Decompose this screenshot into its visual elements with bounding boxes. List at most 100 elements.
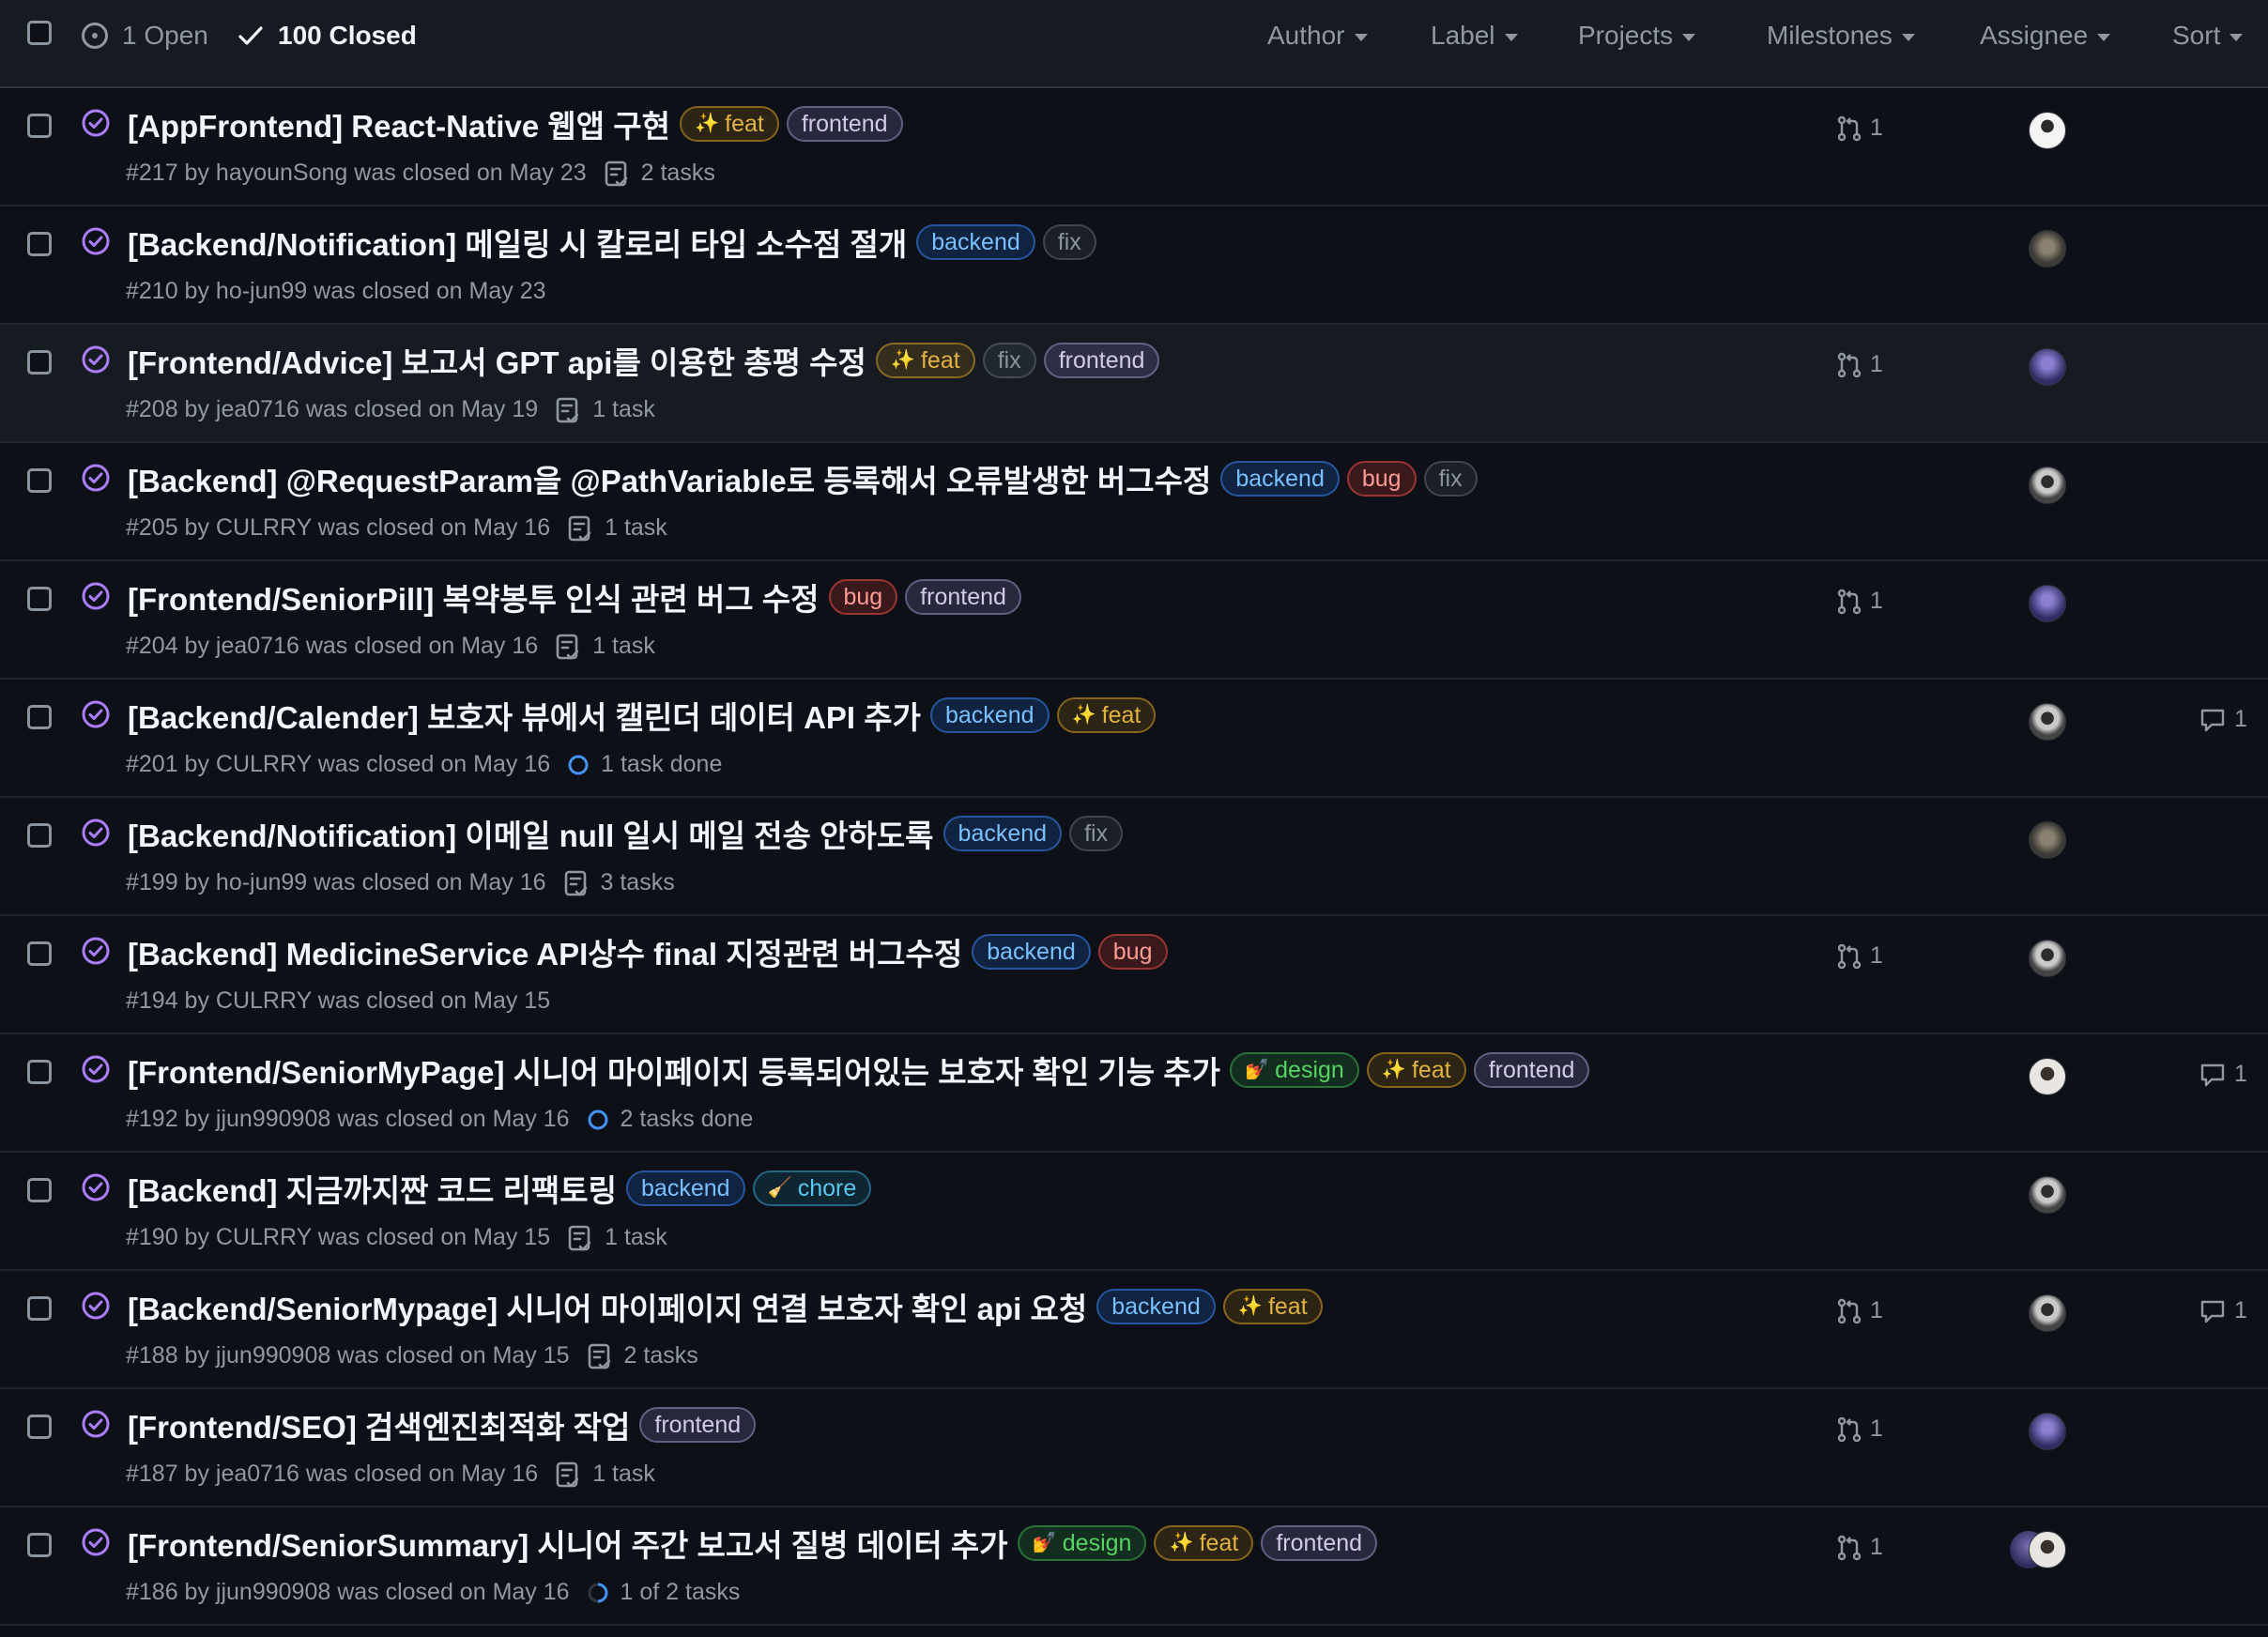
assignee-avatar[interactable] — [2029, 1058, 2066, 1095]
issue-select-checkbox[interactable] — [27, 1060, 52, 1084]
issue-row[interactable]: [Backend] MedicineService API상수 final 지정… — [0, 916, 2268, 1034]
label-frontend[interactable]: frontend — [1043, 343, 1160, 378]
projects-filter[interactable]: Projects — [1578, 21, 1696, 51]
issue-select-checkbox[interactable] — [27, 705, 52, 729]
issue-title-link[interactable]: [Backend/Calender] 보호자 뷰에서 캘린더 데이터 API 추… — [128, 693, 921, 738]
issue-title-link[interactable]: [Backend/SeniorMypage] 시니어 마이페이지 연결 보호자 … — [128, 1284, 1087, 1329]
issue-select-checkbox[interactable] — [27, 468, 52, 493]
task-progress[interactable]: 3 tasks — [563, 869, 675, 896]
task-progress[interactable]: 1 task — [567, 1224, 667, 1251]
comments-count-link[interactable]: 1 — [2199, 1061, 2247, 1088]
label-frontend[interactable]: frontend — [1261, 1525, 1378, 1561]
label-chore[interactable]: 🧹 chore — [752, 1170, 872, 1206]
label-frontend[interactable]: frontend — [905, 579, 1021, 615]
issue-title-link[interactable]: [Frontend/SeniorSummary] 시니어 주간 보고서 질병 데… — [128, 1521, 1008, 1566]
task-progress[interactable]: 2 tasks — [604, 160, 715, 187]
issue-title-link[interactable]: [Backend] MedicineService API상수 final 지정… — [128, 929, 962, 974]
task-progress[interactable]: 2 tasks done — [587, 1106, 753, 1133]
author-filter[interactable]: Author — [1267, 21, 1368, 51]
assignee-avatar[interactable] — [2029, 940, 2066, 977]
label-feat[interactable]: ✨ feat — [1222, 1289, 1323, 1324]
assignee-avatar[interactable] — [2029, 1413, 2066, 1450]
linked-pull-request[interactable]: 1 — [1836, 588, 1883, 615]
linked-pull-request[interactable]: 1 — [1836, 1415, 1883, 1443]
issue-title-link[interactable]: [Backend] 지금까지짠 코드 리팩토링 — [128, 1166, 617, 1211]
assignee-filter[interactable]: Assignee — [1980, 21, 2111, 51]
milestones-filter[interactable]: Milestones — [1767, 21, 1915, 51]
label-filter[interactable]: Label — [1431, 21, 1518, 51]
label-backend[interactable]: backend — [916, 224, 1035, 260]
issue-row[interactable]: [Backend/Notification] 메일링 시 칼로리 타입 소수점 … — [0, 207, 2268, 325]
label-feat[interactable]: ✨ feat — [1056, 697, 1157, 733]
assignee-avatar[interactable] — [2029, 348, 2066, 386]
label-fix[interactable]: fix — [982, 343, 1036, 378]
issue-row[interactable]: [Frontend/SeniorPill] 복약봉투 인식 관련 버그 수정 bu… — [0, 561, 2268, 680]
label-frontend[interactable]: frontend — [639, 1407, 757, 1443]
issue-title-link[interactable]: [Frontend/Advice] 보고서 GPT api를 이용한 총평 수정 — [128, 338, 866, 383]
label-fix[interactable]: fix — [1069, 816, 1124, 851]
issue-select-checkbox[interactable] — [27, 941, 52, 966]
assignee-avatar[interactable] — [2029, 585, 2066, 622]
label-backend[interactable]: backend — [972, 934, 1091, 970]
label-feat[interactable]: ✨ feat — [875, 343, 975, 378]
sort-filter[interactable]: Sort — [2172, 21, 2244, 51]
issue-title-link[interactable]: [Backend/Notification] 메일링 시 칼로리 타입 소수점 … — [128, 220, 907, 265]
assignee-avatar[interactable] — [2029, 467, 2066, 504]
linked-pull-request[interactable]: 1 — [1836, 1534, 1883, 1561]
issue-select-checkbox[interactable] — [27, 350, 52, 375]
label-bug[interactable]: bug — [828, 579, 898, 615]
label-bug[interactable]: bug — [1346, 461, 1417, 497]
issue-title-link[interactable]: [Frontend/SEO] 검색엔진최적화 작업 — [128, 1402, 630, 1447]
issue-select-checkbox[interactable] — [27, 114, 52, 138]
task-progress[interactable]: 1 task — [555, 396, 655, 423]
label-backend[interactable]: backend — [1220, 461, 1340, 497]
label-frontend[interactable]: frontend — [1473, 1052, 1590, 1088]
issue-select-checkbox[interactable] — [27, 1415, 52, 1439]
issue-title-link[interactable]: [Frontend/SeniorMyPage] 시니어 마이페이지 등록되어있는… — [128, 1048, 1220, 1093]
issue-row[interactable]: [Backend/SeniorMypage] 시니어 마이페이지 연결 보호자 … — [0, 1271, 2268, 1389]
label-backend[interactable]: backend — [929, 697, 1050, 733]
issue-row[interactable]: [Backend] @RequestParam을 @PathVariable로 … — [0, 443, 2268, 561]
linked-pull-request[interactable]: 1 — [1836, 115, 1883, 142]
issue-select-checkbox[interactable] — [27, 1296, 52, 1321]
issue-select-checkbox[interactable] — [27, 1178, 52, 1202]
label-design[interactable]: 💅 design — [1230, 1052, 1359, 1088]
task-progress[interactable]: 1 task done — [567, 751, 722, 778]
assignee-avatar[interactable] — [2029, 703, 2066, 741]
task-progress[interactable]: 1 of 2 tasks — [587, 1579, 740, 1606]
label-feat[interactable]: ✨ feat — [1366, 1052, 1466, 1088]
issue-select-checkbox[interactable] — [27, 1533, 52, 1557]
issue-title-link[interactable]: [Frontend/SeniorPill] 복약봉투 인식 관련 버그 수정 — [128, 574, 820, 620]
issue-select-checkbox[interactable] — [27, 587, 52, 611]
label-fix[interactable]: fix — [1042, 224, 1096, 260]
label-fix[interactable]: fix — [1423, 461, 1478, 497]
linked-pull-request[interactable]: 1 — [1836, 942, 1883, 970]
task-progress[interactable]: 2 tasks — [587, 1342, 698, 1369]
assignee-avatar[interactable] — [2029, 1531, 2066, 1568]
comments-count-link[interactable]: 1 — [2199, 1297, 2247, 1324]
label-bug[interactable]: bug — [1097, 934, 1168, 970]
assignee-avatar[interactable] — [2029, 112, 2066, 149]
issue-title-link[interactable]: [Backend] @RequestParam을 @PathVariable로 … — [128, 456, 1211, 501]
issue-row[interactable]: [Frontend/SeniorMyPage] 시니어 마이페이지 등록되어있는… — [0, 1034, 2268, 1153]
issue-title-link[interactable]: [Backend/Notification] 이메일 null 일시 메일 전송… — [128, 811, 934, 856]
issue-select-checkbox[interactable] — [27, 232, 52, 256]
assignee-avatar[interactable] — [2029, 1176, 2066, 1214]
issue-row[interactable]: [Frontend/Advice] 보고서 GPT api를 이용한 총평 수정… — [0, 325, 2268, 443]
issue-title-link[interactable]: [AppFrontend] React-Native 웹앱 구현 — [128, 101, 670, 146]
label-backend[interactable]: backend — [1096, 1289, 1216, 1324]
label-feat[interactable]: ✨ feat — [679, 106, 779, 142]
comments-count-link[interactable]: 1 — [2199, 706, 2247, 733]
issue-select-checkbox[interactable] — [27, 823, 52, 848]
assignee-avatar[interactable] — [2029, 821, 2066, 859]
issue-row[interactable]: [AppFrontend] React-Native 웹앱 구현 ✨ feat fro… — [0, 88, 2268, 207]
label-feat[interactable]: ✨ feat — [1154, 1525, 1254, 1561]
task-progress[interactable]: 1 task — [567, 514, 667, 542]
issue-row[interactable]: [Backend] 지금까지짠 코드 리팩토링 backend 🧹 chore #190… — [0, 1153, 2268, 1271]
linked-pull-request[interactable]: 1 — [1836, 1297, 1883, 1324]
issue-row[interactable]: [Frontend/SEO] 검색엔진최적화 작업 frontend #187 by… — [0, 1389, 2268, 1507]
label-design[interactable]: 💅 design — [1017, 1525, 1147, 1561]
task-progress[interactable]: 1 task — [555, 633, 655, 660]
assignee-avatar[interactable] — [2029, 230, 2066, 268]
task-progress[interactable]: 1 task — [555, 1461, 655, 1488]
